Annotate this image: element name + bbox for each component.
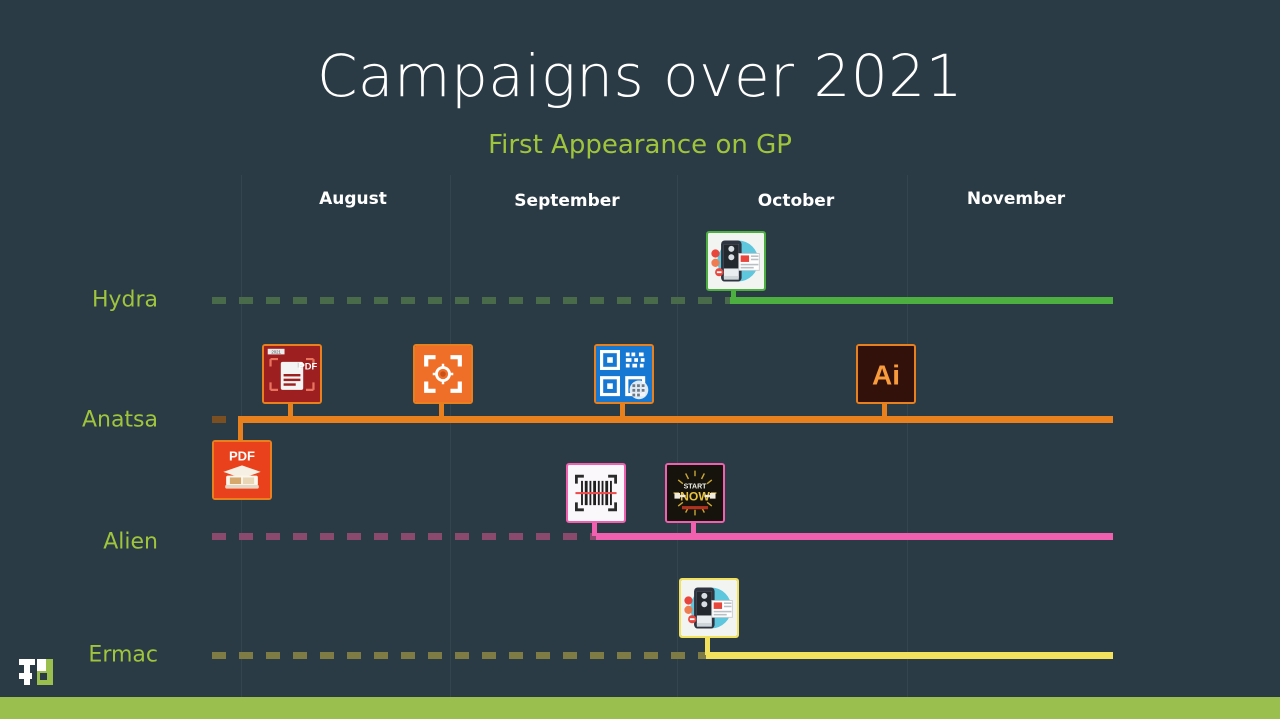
footer-bar [0, 697, 1280, 719]
svg-text:Ai: Ai [872, 359, 900, 390]
adobe-illustrator-icon[interactable]: Ai [856, 344, 916, 404]
icon-connector [288, 404, 293, 419]
timeline-bar-anatsa[interactable] [240, 416, 1113, 423]
start-now-fitness-icon[interactable]: START NOW [665, 463, 725, 523]
pdf-document-scanner-icon[interactable]: 2021 PDF [262, 344, 322, 404]
mobile-app-icon[interactable] [679, 578, 739, 638]
icon-connector [691, 523, 696, 536]
timeline-bar-alien[interactable] [596, 533, 1113, 540]
timeline-bar-hydra[interactable] [730, 297, 1113, 304]
row-label-alien: Alien [103, 529, 158, 555]
icon-connector [705, 638, 710, 655]
timeline-bar-ermac[interactable] [706, 652, 1113, 659]
pdf-scanner-icon[interactable]: PDF [212, 440, 272, 500]
svg-text:2021: 2021 [271, 349, 281, 354]
qr-target-scanner-icon[interactable] [413, 344, 473, 404]
threatfabric-logo [19, 655, 57, 693]
gridline-1 [450, 175, 451, 719]
dashed-segment-ermac [212, 652, 706, 659]
month-label-august: August [319, 189, 387, 209]
icon-connector [620, 404, 625, 419]
month-label-september: September [514, 191, 620, 211]
slide-canvas: Campaigns over 2021 First Appearance on … [0, 0, 1280, 719]
icon-connector [882, 404, 887, 419]
svg-text:PDF: PDF [299, 361, 318, 371]
icon-connector [731, 291, 736, 300]
page-subtitle: First Appearance on GP [488, 130, 792, 160]
dashed-segment-hydra [212, 297, 730, 304]
row-label-anatsa: Anatsa [81, 407, 158, 433]
icon-connector [592, 523, 597, 536]
mobile-app-icon[interactable] [706, 231, 766, 291]
month-label-november: November [966, 189, 1066, 209]
icon-connector [439, 404, 444, 419]
svg-text:PDF: PDF [229, 449, 255, 464]
icon-connector [238, 416, 243, 443]
qr-code-scanner-icon[interactable] [594, 344, 654, 404]
dashed-segment-anatsa [212, 416, 240, 423]
gridline-3 [907, 175, 908, 719]
row-label-hydra: Hydra [91, 287, 158, 313]
row-label-ermac: Ermac [88, 642, 158, 668]
month-label-october: October [757, 191, 835, 211]
gridline-2 [677, 175, 678, 719]
barcode-scanner-icon[interactable] [566, 463, 626, 523]
dashed-segment-alien [212, 533, 596, 540]
page-title: Campaigns over 2021 [316, 42, 964, 110]
